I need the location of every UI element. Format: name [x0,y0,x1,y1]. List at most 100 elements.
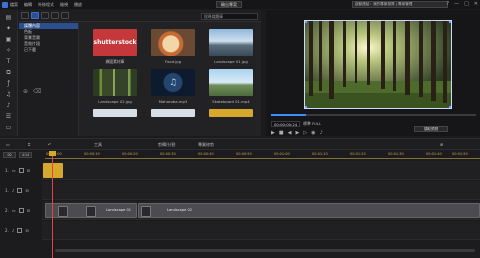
preview-viewport[interactable] [304,20,452,109]
close-icon[interactable]: ✕ [474,1,478,7]
menu-edit[interactable]: 編輯 [24,2,32,8]
import-icon[interactable] [21,12,29,19]
menu-playback[interactable]: 播放 [74,2,82,8]
preview-scrubber[interactable] [271,114,476,116]
video-filter-icon[interactable] [41,12,49,19]
track-enable-checkbox[interactable] [18,168,24,173]
fx-room-icon[interactable]: ✦ [4,25,14,32]
pip-room-icon[interactable]: ▣ [4,36,14,43]
voice-over-icon[interactable]: ♪ [4,102,14,109]
produce-button[interactable]: 輸出專案 [216,1,242,8]
ruler-buttons: 00 4:14 [3,152,32,158]
timeline-playhead[interactable] [49,151,56,258]
lock-icon[interactable]: ⊟ [27,168,30,173]
clip-label: Landscape 01 [106,208,132,212]
track-id: 2. [5,208,9,213]
media-content-tab[interactable] [31,12,39,19]
timeline-clip[interactable] [43,163,63,178]
track-lane[interactable] [43,161,480,180]
track-lane[interactable] [43,221,480,240]
track-enable-checkbox[interactable] [17,228,23,233]
track-enable-checkbox[interactable] [17,188,23,193]
transition-icon[interactable] [86,206,96,217]
audio-filter-icon[interactable] [61,12,69,19]
quality-select[interactable]: 標準 FULL [303,121,321,127]
lock-icon[interactable]: ⊟ [25,188,28,193]
play-icon[interactable]: ▶ [271,130,275,136]
lock-icon[interactable]: ⊟ [25,228,28,233]
particle-room-icon[interactable]: ✧ [4,47,14,54]
ruler-tick: 00:01:40 [426,152,442,156]
zoom-button[interactable]: 4:14 [19,152,32,158]
transition-icon[interactable] [141,206,151,217]
forest-preview-image [305,21,451,108]
volume-icon[interactable]: ♪ [320,130,323,136]
resize-handle[interactable] [449,106,451,108]
media-tile-landscape-02[interactable]: Landscape 02.jpg [93,69,139,109]
timeline-ruler[interactable]: 00 4:14 00:00:00 00:00:10 00:00:20 00:00… [0,151,480,160]
media-tile-food[interactable]: Food.jpg [151,29,197,69]
media-tile-label: Skateboard 01.mp4 [212,99,250,104]
delete-category-icon[interactable]: ⌫ [33,88,41,95]
timeline-clip[interactable]: Landscape 02 [138,203,480,218]
capture-preview-button[interactable]: 擷取預覽 [414,126,448,132]
tools-menu[interactable]: 工具 [94,142,102,148]
snapshot-icon[interactable]: ◉ [311,130,315,136]
next-frame-icon[interactable]: ▶ [295,130,299,136]
ruler-tick: 00:00:50 [236,152,252,156]
image-filter-icon[interactable] [51,12,59,19]
category-downloaded[interactable]: 已下載 [19,47,78,53]
undo-icon[interactable]: ↶ [48,142,51,147]
prev-frame-icon[interactable]: ◀ [288,130,292,136]
audio-mixing-icon[interactable]: ♫ [4,91,14,98]
media-tile-label: Landscape 01.jpg [214,59,248,64]
timeline-scrollbar[interactable] [55,249,475,252]
media-tile-label: Landscape 02.jpg [98,99,132,104]
crop-icon[interactable]: ⌗ [28,142,30,147]
menu-file[interactable]: 檔案 [10,2,18,8]
library-search-input[interactable]: 搜尋媒體庫 [201,13,258,20]
title-room-icon[interactable]: T [4,58,14,65]
add-category-icon[interactable]: ⊕ [23,88,28,95]
help-icon[interactable]: ? [446,1,449,7]
track-header: 2. ▭ ⊟ [0,201,42,220]
landscape-01-thumbnail [209,29,253,56]
timeline-toolbar: ▭ ⌗ ↶ 工具 剪輯/分割 專業修剪 ⊞ [0,138,480,150]
split-button[interactable]: 剪輯/分割 [158,142,175,148]
food-thumbnail [151,29,195,56]
media-tile-skateboard[interactable]: Skateboard 01.mp4 [209,69,255,109]
resize-handle[interactable] [449,21,451,23]
timeline-clip[interactable]: Landscape 01 [45,203,137,218]
resize-handle[interactable] [305,106,307,108]
notice-banner[interactable]: 啟動連結：我的專案相簿 | 專案管理 [352,1,448,8]
fast-forward-icon[interactable]: ▷ [303,130,307,136]
minimize-icon[interactable]: — [454,1,459,7]
stop-icon[interactable]: ■ [279,130,284,136]
subtitle-room-icon[interactable]: ▭ [4,124,14,131]
pro-trim-button[interactable]: 專業修剪 [198,142,214,148]
timecode-display[interactable]: 00:00:00:24 [271,121,301,127]
lock-icon[interactable]: ⊟ [27,208,30,213]
resize-handle[interactable] [305,21,307,23]
track-lane[interactable] [43,181,480,200]
transition-room-icon[interactable]: ⧉ [4,69,14,76]
timeline-view-icon[interactable]: ▭ [6,142,10,147]
ruler-tick: 00:01:50 [452,152,468,156]
menu-plugins[interactable]: 外掛程式 [38,2,54,8]
effect-room-icon[interactable]: ƒ [4,80,14,87]
media-room-icon[interactable]: ▤ [4,14,14,21]
fit-timeline-icon[interactable]: ⊞ [440,142,443,147]
media-tile-mahoroba[interactable]: ♫ Mahoroba.mp3 [151,69,197,109]
track-manager-button[interactable]: 00 [3,152,16,158]
playhead-handle[interactable] [49,151,56,156]
chapter-room-icon[interactable]: ☰ [4,113,14,120]
track-enable-checkbox[interactable] [18,208,24,213]
media-tile-label: Mahoroba.mp3 [158,99,188,104]
media-tile-landscape-01[interactable]: Landscape 01.jpg [209,29,255,69]
track-lane[interactable]: Landscape 01 Landscape 02 [43,201,480,220]
media-tile-shutterstock[interactable]: shutterstock 擷圖素材庫 [93,29,139,69]
maximize-icon[interactable]: □ [464,1,469,7]
transition-icon[interactable] [58,206,68,217]
track-header: 1. ▭ ⊟ [0,161,42,180]
menu-view[interactable]: 檢視 [60,2,68,8]
